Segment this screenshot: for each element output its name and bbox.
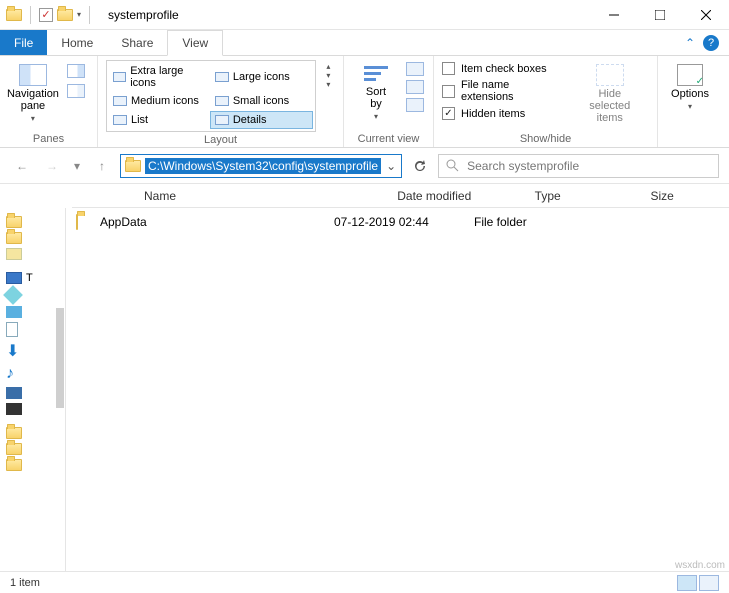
layout-list[interactable]: List <box>109 111 210 129</box>
3d-icon <box>3 285 23 305</box>
group-currentview-label: Current view <box>352 131 425 147</box>
minimize-button[interactable] <box>591 0 637 30</box>
collapse-ribbon-icon[interactable]: ⌃ <box>685 36 695 50</box>
address-bar[interactable]: C:\Windows\System32\config\systemprofile… <box>120 154 402 178</box>
video-icon <box>6 403 22 415</box>
column-size[interactable]: Size <box>650 189 729 203</box>
large-icons-view-toggle[interactable] <box>699 575 719 591</box>
column-type[interactable]: Type <box>535 189 651 203</box>
gallery-up-icon[interactable]: ▴ <box>322 62 335 71</box>
close-button[interactable] <box>683 0 729 30</box>
folder-icon <box>6 216 22 228</box>
file-type: File folder <box>474 215 592 229</box>
desktop-icon <box>6 306 22 318</box>
layout-small[interactable]: Small icons <box>211 93 313 109</box>
list-item[interactable]: AppData 07-12-2019 02:44 File folder <box>66 212 729 232</box>
refresh-button[interactable] <box>408 154 432 178</box>
doc-icon <box>6 322 18 337</box>
search-placeholder: Search systemprofile <box>467 159 579 173</box>
column-name[interactable]: Name <box>144 189 397 203</box>
group-by-icon[interactable] <box>406 62 424 76</box>
address-folder-icon <box>125 160 141 172</box>
tab-view[interactable]: View <box>167 30 223 56</box>
hide-selected-button[interactable]: Hide selected items <box>571 60 649 128</box>
options-button[interactable]: Options ▾ <box>666 60 714 115</box>
group-layout-label: Layout <box>106 132 335 148</box>
folder-icon <box>76 214 78 230</box>
navigation-pane-button[interactable]: Navigation pane ▾ <box>8 60 58 127</box>
folder-icon <box>6 232 22 244</box>
details-pane-icon <box>67 84 85 98</box>
address-path[interactable]: C:\Windows\System32\config\systemprofile <box>145 158 381 174</box>
preview-pane-button[interactable] <box>64 60 89 102</box>
layout-details[interactable]: Details <box>210 111 313 129</box>
column-headers: Name Date modified Type Size <box>72 184 729 208</box>
layout-extra-large[interactable]: Extra large icons <box>109 63 211 91</box>
search-icon <box>445 158 461 174</box>
folder-icon <box>6 443 22 455</box>
tab-file[interactable]: File <box>0 30 47 55</box>
navigation-tree[interactable]: T ⬇ ♪ <box>0 208 66 571</box>
folder-icon <box>6 459 22 471</box>
hidden-items-toggle[interactable]: ✓Hidden items <box>442 107 565 120</box>
preview-pane-icon <box>67 64 85 78</box>
qat-dropdown-icon[interactable]: ▾ <box>77 10 81 19</box>
folder-icon <box>6 9 22 21</box>
maximize-button[interactable] <box>637 0 683 30</box>
qat-folder-icon[interactable] <box>57 9 73 21</box>
ribbon-view: Navigation pane ▾ Panes Extra large icon… <box>0 56 729 148</box>
tab-home[interactable]: Home <box>47 30 107 55</box>
menu-bar: File Home Share View ⌃ ? <box>0 30 729 56</box>
window-title: systemprofile <box>100 8 179 22</box>
help-icon[interactable]: ? <box>703 35 719 51</box>
sort-icon <box>364 64 388 84</box>
title-bar: ✓ ▾ systemprofile <box>0 0 729 30</box>
item-check-boxes-toggle[interactable]: Item check boxes <box>442 62 565 75</box>
pc-icon <box>6 272 22 284</box>
file-name: AppData <box>100 215 334 229</box>
item-count: 1 item <box>10 577 40 589</box>
forward-button[interactable]: → <box>40 154 64 178</box>
pic-icon <box>6 387 22 399</box>
layout-large[interactable]: Large icons <box>211 63 313 91</box>
layout-medium[interactable]: Medium icons <box>109 93 211 109</box>
up-button[interactable]: ↑ <box>90 154 114 178</box>
folder-icon <box>6 427 22 439</box>
group-panes-label: Panes <box>8 131 89 147</box>
qat-properties-icon[interactable]: ✓ <box>39 8 53 22</box>
layout-gallery[interactable]: Extra large icons Large icons Medium ico… <box>106 60 316 132</box>
options-icon <box>677 64 703 86</box>
search-box[interactable]: Search systemprofile <box>438 154 719 178</box>
add-columns-icon[interactable] <box>406 80 424 94</box>
sort-by-button[interactable]: Sort by ▾ <box>352 60 400 125</box>
tab-share[interactable]: Share <box>107 30 167 55</box>
group-showhide-label: Show/hide <box>442 131 649 147</box>
file-list[interactable]: AppData 07-12-2019 02:44 File folder <box>66 208 729 571</box>
watermark: wsxdn.com <box>675 560 725 571</box>
zip-icon <box>6 248 22 260</box>
size-columns-icon[interactable] <box>406 98 424 112</box>
status-bar: 1 item <box>0 571 729 593</box>
column-modified[interactable]: Date modified <box>397 189 534 203</box>
back-button[interactable]: ← <box>10 154 34 178</box>
address-dropdown-icon[interactable]: ⌄ <box>381 159 401 173</box>
file-extensions-toggle[interactable]: File name extensions <box>442 79 565 103</box>
hide-icon <box>596 64 624 86</box>
navigation-pane-icon <box>19 64 47 86</box>
gallery-more-icon[interactable]: ▾ <box>322 80 335 89</box>
address-bar-row: ← → ▾ ↑ C:\Windows\System32\config\syste… <box>0 148 729 184</box>
details-view-toggle[interactable] <box>677 575 697 591</box>
gallery-down-icon[interactable]: ▾ <box>322 71 335 80</box>
file-modified: 07-12-2019 02:44 <box>334 215 474 229</box>
tree-scrollbar[interactable] <box>56 308 64 408</box>
recent-locations-button[interactable]: ▾ <box>70 154 84 178</box>
